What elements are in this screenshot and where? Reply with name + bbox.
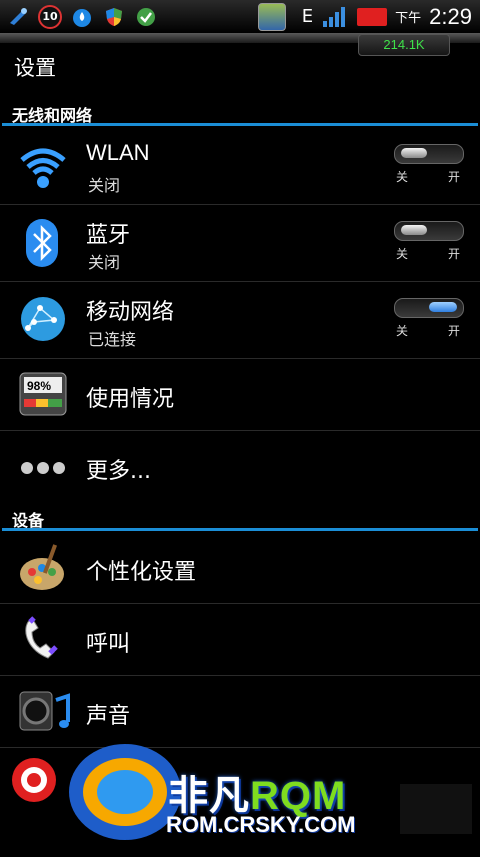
- section-divider: [2, 123, 478, 126]
- status-bar: 10 E 下午 2:29: [0, 0, 480, 33]
- check-icon: [134, 5, 158, 29]
- ampm-label: 下午: [395, 11, 422, 26]
- mobile-network-toggle[interactable]: [394, 298, 464, 318]
- toggle-on-label: 开: [448, 247, 461, 261]
- settings-item-call[interactable]: 呼叫: [0, 604, 480, 676]
- usb-debug-icon: [6, 5, 30, 29]
- section-header-device: 设备: [0, 507, 480, 531]
- phone-handset-icon: [18, 614, 68, 664]
- clock: 2:29: [429, 3, 472, 29]
- app-thumbnail-icon: [257, 2, 286, 31]
- settings-item-personalize[interactable]: 个性化设置: [0, 532, 480, 604]
- notification-count-badge: 10: [38, 4, 62, 29]
- settings-item-more[interactable]: 更多...: [0, 431, 480, 503]
- item-status: 关闭: [88, 176, 121, 195]
- item-label: 使用情况: [86, 387, 175, 412]
- item-label: 呼叫: [86, 632, 131, 657]
- page-title: 设置: [14, 56, 56, 80]
- item-label: 移动网络: [86, 300, 175, 325]
- bluetooth-icon: [20, 217, 70, 267]
- toggle-off-label: 关: [396, 324, 409, 338]
- wlan-toggle[interactable]: [394, 144, 464, 164]
- toggle-off-label: 关: [396, 170, 409, 184]
- settings-item-data-usage[interactable]: 98% 使用情况: [0, 359, 480, 431]
- settings-item-mobile-network[interactable]: 移动网络 已连接 关 开: [0, 282, 480, 359]
- shield-icon: [102, 5, 126, 29]
- item-label: 声音: [86, 704, 131, 729]
- settings-item-sound[interactable]: 声音: [0, 676, 480, 748]
- section-divider: [2, 528, 478, 531]
- item-status: 关闭: [88, 253, 121, 272]
- wifi-icon: [18, 142, 68, 192]
- item-label: 蓝牙: [86, 223, 131, 248]
- toggle-on-label: 开: [448, 324, 461, 338]
- drop-icon: [70, 5, 94, 29]
- battery-gauge-icon: 98%: [18, 369, 68, 419]
- item-label: 更多...: [86, 459, 151, 484]
- signal-icon: [321, 5, 349, 29]
- network-type: E: [301, 6, 314, 27]
- net-speed-meter: 214.1K: [358, 34, 450, 56]
- toggle-off-label: 关: [396, 247, 409, 261]
- settings-item-wlan[interactable]: WLAN 关闭 关 开: [0, 128, 480, 205]
- bluetooth-toggle[interactable]: [394, 221, 464, 241]
- paint-palette-icon: [18, 542, 68, 592]
- svg-text:98%: 98%: [27, 379, 51, 393]
- item-label: 个性化设置: [86, 560, 197, 585]
- watermark-url: ROM.CRSKY.COM: [166, 812, 356, 837]
- item-label: WLAN: [86, 140, 150, 165]
- globe-icon: [18, 294, 68, 344]
- battery-icon: [357, 7, 388, 26]
- settings-item-bluetooth[interactable]: 蓝牙 关闭 关 开: [0, 205, 480, 282]
- speaker-icon: [18, 686, 70, 736]
- toggle-on-label: 开: [448, 170, 461, 184]
- item-status: 已连接: [88, 330, 137, 349]
- more-dots-icon: [18, 443, 68, 493]
- section-header-wireless: 无线和网络: [0, 102, 480, 126]
